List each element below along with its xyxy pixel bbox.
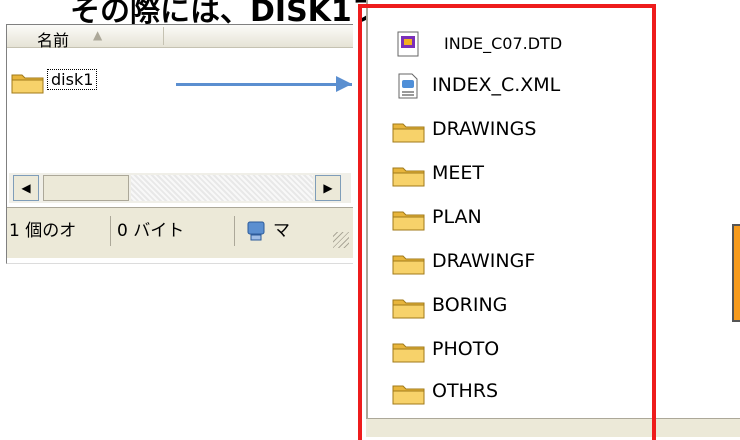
- left-explorer-pane: 名前 ▲ disk1 ◀ ▶ 1 個のオ 0 バイト マ: [6, 24, 353, 264]
- scroll-track[interactable]: [131, 175, 313, 201]
- scroll-right-button[interactable]: ▶: [315, 175, 341, 201]
- folder-icon: [11, 74, 44, 94]
- status-bar: 1 個のオ 0 バイト マ: [7, 207, 353, 258]
- horizontal-scrollbar[interactable]: ◀ ▶: [9, 173, 351, 203]
- scroll-left-button[interactable]: ◀: [13, 175, 39, 201]
- computer-icon: [247, 221, 265, 241]
- sort-ascending-icon: ▲: [93, 28, 103, 42]
- status-size: 0 バイト: [115, 216, 235, 246]
- pointer-arrow-head: [336, 76, 352, 92]
- name-column-header[interactable]: 名前 ▲: [7, 25, 353, 50]
- status-location: マ: [239, 216, 335, 246]
- orange-callout-edge: [732, 224, 740, 322]
- column-separator[interactable]: [163, 27, 164, 45]
- pointer-arrow-line: [176, 83, 352, 86]
- scroll-thumb[interactable]: [43, 175, 129, 201]
- status-location-label: マ: [273, 221, 290, 241]
- column-title: 名前: [37, 31, 70, 50]
- resize-grip[interactable]: [333, 232, 349, 248]
- list-item-disk1[interactable]: disk1: [11, 69, 171, 94]
- folder-label: disk1: [47, 69, 98, 90]
- status-object-count: 1 個のオ: [7, 216, 111, 246]
- red-highlight-box: [358, 4, 656, 440]
